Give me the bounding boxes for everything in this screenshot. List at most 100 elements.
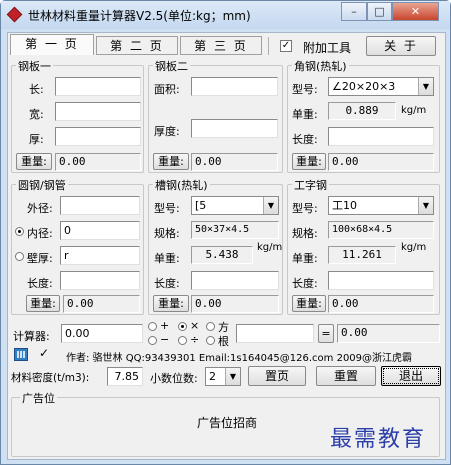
op-multiply-label: × — [190, 319, 200, 332]
chevron-down-icon: ▼ — [263, 197, 278, 214]
ad-title: 广告位 — [20, 390, 57, 406]
inner-diameter-input[interactable]: 0 — [60, 221, 140, 240]
angle-weight-value: 0.00 — [328, 153, 434, 171]
plate1-length-input[interactable] — [55, 77, 141, 96]
steel-plate-1-group: 钢板一 长: 宽: 厚: 重量: 0.00 — [11, 58, 144, 173]
channel-length-input[interactable] — [191, 271, 279, 290]
unit-weight-label: 单重: — [292, 108, 318, 121]
decimals-value: 2 — [209, 370, 216, 383]
calculator-operand1-input[interactable]: 0.00 — [61, 324, 143, 343]
tab-page-2[interactable]: 第 二 页 — [96, 36, 178, 55]
app-window: 世林材料重量计算器V2.5(单位:kg；mm) – □ ✕ 第 一 页 第 二 … — [0, 0, 451, 465]
chevron-down-icon: ▼ — [418, 197, 433, 214]
op-divide-radio[interactable] — [178, 336, 187, 345]
op-multiply-radio[interactable] — [178, 322, 187, 331]
extra-tools-checkbox[interactable]: ✓ — [280, 40, 292, 52]
unit-label: kg/m — [257, 242, 283, 253]
plate2-weight-value: 0.00 — [191, 153, 278, 171]
check-icon: ✓ — [39, 346, 50, 360]
unit-label: kg/m — [401, 242, 427, 253]
about-button[interactable]: 关 于 — [366, 36, 436, 56]
plate1-weight-button[interactable]: 重量: — [16, 153, 52, 170]
pipe-length-input[interactable] — [60, 271, 140, 290]
plate1-weight-value: 0.00 — [55, 153, 141, 171]
ad-text: 广告位招商 — [197, 416, 258, 430]
wall-thickness-input[interactable]: r — [60, 246, 140, 265]
angle-model-value: ∠20×20×3 — [332, 80, 396, 93]
plate1-thickness-input[interactable] — [55, 127, 141, 146]
thickness-label: 厚度: — [154, 125, 180, 138]
pipe-weight-value: 0.00 — [63, 295, 140, 313]
length-label: 长: — [29, 83, 44, 96]
window-title: 世林材料重量计算器V2.5(单位:kg；mm) — [28, 9, 251, 23]
channel-model-value: [5 — [195, 199, 207, 212]
spec-label: 规格: — [292, 227, 318, 240]
channel-spec-value: 50×37×4.5 — [191, 221, 279, 239]
i-beam-spec-value: 100×68×4.5 — [328, 221, 434, 239]
steel-plate-2-title: 钢板二 — [153, 58, 190, 74]
angle-steel-title: 角钢(热轧) — [292, 58, 349, 74]
angle-length-input[interactable] — [328, 127, 434, 146]
length-label: 长度: — [27, 277, 53, 290]
i-beam-weight-button[interactable]: 重量: — [292, 295, 326, 312]
reset-button[interactable]: 重置 — [316, 366, 376, 386]
channel-steel-group: 槽钢(热轧) 型号: [5 ▼ 规格: 50×37×4.5 单重: 5.438 … — [148, 177, 283, 315]
op-root-label: 根 — [218, 335, 229, 348]
chevron-down-icon: ▼ — [418, 78, 433, 95]
length-label: 长度: — [292, 133, 318, 146]
calculator-operand2-input[interactable] — [236, 324, 314, 343]
op-plus-radio[interactable] — [148, 322, 157, 331]
calculator-result: 0.00 — [337, 324, 440, 343]
title-bar: 世林材料重量计算器V2.5(单位:kg；mm) – □ ✕ — [1, 1, 450, 29]
steel-plate-2-group: 钢板二 面积: 厚度: 重量: 0.00 — [148, 58, 283, 173]
density-input[interactable]: 7.85 — [107, 367, 143, 386]
i-beam-model-select[interactable]: 工10 ▼ — [328, 196, 434, 215]
density-label: 材料密度(t/m3): — [11, 372, 90, 384]
tab-page-1[interactable]: 第 一 页 — [10, 34, 94, 55]
channel-unit-weight-value: 5.438 — [191, 246, 253, 264]
tab-page-3[interactable]: 第 三 页 — [180, 36, 262, 55]
model-label: 型号: — [292, 83, 318, 96]
outer-diameter-input[interactable] — [60, 196, 140, 215]
plate2-thickness-input[interactable] — [191, 119, 278, 138]
round-pipe-title: 圆钢/钢管 — [16, 177, 68, 193]
calculator-grid-icon[interactable] — [14, 348, 28, 361]
op-divide-label: ÷ — [190, 333, 200, 346]
decimals-label: 小数位数: — [150, 372, 198, 385]
inner-diameter-radio[interactable] — [15, 227, 24, 236]
maximize-button[interactable]: □ — [367, 2, 392, 21]
channel-model-select[interactable]: [5 ▼ — [191, 196, 279, 215]
unit-weight-label: 单重: — [292, 252, 318, 265]
extra-tools-label: 附加工具 — [303, 41, 352, 55]
angle-weight-button[interactable]: 重量: — [292, 153, 326, 170]
chevron-down-icon: ▼ — [225, 368, 240, 385]
minimize-button[interactable]: – — [341, 2, 367, 21]
wall-thickness-label: 壁厚: — [27, 252, 53, 265]
thickness-label: 厚: — [29, 133, 44, 146]
decimals-select[interactable]: 2 ▼ — [205, 367, 241, 386]
exit-button[interactable]: 退出 — [381, 366, 441, 386]
app-icon — [6, 6, 23, 23]
watermark: 最需教育 — [330, 427, 427, 452]
close-button[interactable]: ✕ — [392, 2, 439, 21]
pipe-weight-button[interactable]: 重量: — [26, 295, 60, 312]
wall-thickness-radio[interactable] — [15, 252, 24, 261]
op-power-radio[interactable] — [206, 322, 215, 331]
i-beam-title: 工字钢 — [292, 177, 329, 193]
equals-button[interactable]: = — [318, 324, 334, 343]
angle-model-select[interactable]: ∠20×20×3 ▼ — [328, 77, 434, 96]
inner-diameter-label: 内径: — [27, 227, 53, 240]
channel-weight-button[interactable]: 重量: — [153, 295, 189, 312]
op-minus-radio[interactable] — [148, 336, 157, 345]
plate2-weight-button[interactable]: 重量: — [153, 153, 189, 170]
plate1-width-input[interactable] — [55, 102, 141, 121]
reset-page-button[interactable]: 置页 — [248, 366, 306, 386]
op-root-radio[interactable] — [206, 336, 215, 345]
outer-diameter-label: 外径: — [27, 202, 53, 215]
plate2-area-input[interactable] — [191, 77, 278, 96]
client-area: 第 一 页 第 二 页 第 三 页 ✓ 附加工具 关 于 钢板一 长: 宽: 厚… — [7, 32, 446, 460]
i-beam-length-input[interactable] — [328, 271, 434, 290]
author-info: 作者: 骆世林 QQ:93439301 Email:1s164045@126.c… — [66, 353, 413, 364]
length-label: 长度: — [154, 277, 180, 290]
unit-weight-label: 单重: — [154, 252, 180, 265]
